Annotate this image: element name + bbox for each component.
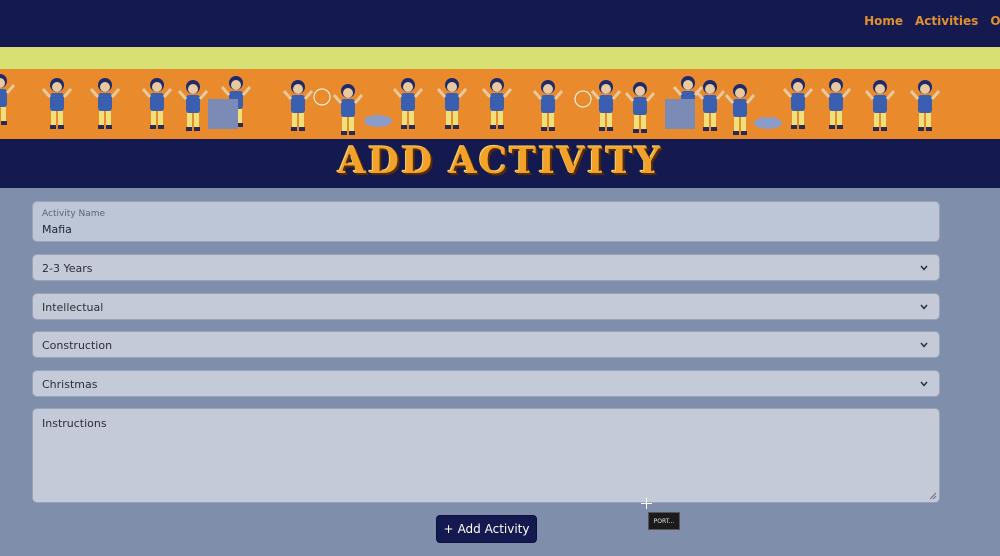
chevron-down-icon xyxy=(920,304,928,310)
header-yellow-band xyxy=(0,47,1000,69)
activity-name-field[interactable]: Activity Name Mafia xyxy=(32,201,940,242)
instructions-textarea[interactable]: Instructions xyxy=(32,408,940,503)
category-value: Intellectual xyxy=(42,301,104,314)
occasion-value: Christmas xyxy=(42,378,98,391)
resize-handle-icon[interactable] xyxy=(929,492,937,500)
nav-link-home[interactable]: Home xyxy=(864,14,903,28)
age-range-select[interactable]: 2-3 Years xyxy=(32,254,940,281)
chevron-down-icon xyxy=(920,265,928,271)
cursor-tooltip: PORT... xyxy=(648,512,680,530)
add-activity-label: Add Activity xyxy=(457,522,530,536)
chevron-down-icon xyxy=(920,342,928,348)
age-range-value: 2-3 Years xyxy=(42,262,93,275)
nav-link-occasions[interactable]: Occas xyxy=(990,14,1000,28)
add-activity-button[interactable]: + Add Activity xyxy=(436,515,537,543)
page-title: ADD ACTIVITY xyxy=(337,140,663,182)
category-select[interactable]: Intellectual xyxy=(32,293,940,320)
nav-links: Home Activities Occas xyxy=(864,14,1000,28)
occasion-select[interactable]: Christmas xyxy=(32,370,940,397)
chevron-down-icon xyxy=(920,381,928,387)
kids-illustration-banner xyxy=(0,69,1000,139)
top-navbar: Home Activities Occas xyxy=(0,0,1000,47)
crosshair-cursor-icon xyxy=(641,498,652,509)
activity-type-select[interactable]: Construction xyxy=(32,331,940,358)
instructions-placeholder: Instructions xyxy=(42,417,107,430)
activity-name-input[interactable]: Mafia xyxy=(42,223,72,236)
activity-name-label: Activity Name xyxy=(42,209,106,219)
activity-type-value: Construction xyxy=(42,339,113,352)
nav-link-activities[interactable]: Activities xyxy=(915,14,978,28)
plus-icon: + xyxy=(443,522,454,536)
kids-illustration xyxy=(0,74,941,137)
